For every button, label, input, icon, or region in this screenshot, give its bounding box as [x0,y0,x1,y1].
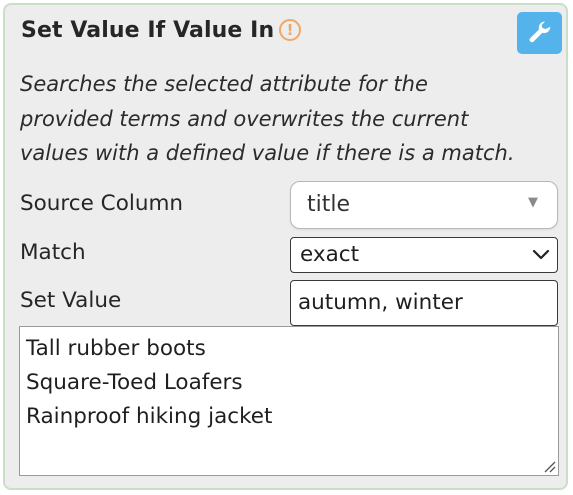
panel-title: Set Value If Value In [21,18,275,43]
warning-icon[interactable]: ! [279,19,301,41]
source-column-select[interactable]: title ▼ [290,181,558,229]
terms-textarea[interactable]: Tall rubber boots Square-Toed Loafers Ra… [19,326,559,476]
settings-button[interactable] [517,12,562,54]
term-line: Tall rubber boots [26,336,206,361]
match-label: Match [20,240,86,265]
set-value-input[interactable]: autumn, winter [290,280,558,326]
source-column-label: Source Column [20,191,184,216]
match-value: exact [300,242,359,267]
term-line: Rainproof hiking jacket [26,404,273,429]
description-line: values with a defined value if there is … [20,141,515,165]
set-value-text: autumn, winter [298,290,463,315]
term-line: Square-Toed Loafers [26,370,243,395]
set-value-if-value-in-panel: Set Value If Value In ! Searches the sel… [3,3,568,490]
chevron-down-icon [532,249,550,260]
description-line: provided terms and overwrites the curren… [20,106,469,131]
panel-description: Searches the selected attribute for the … [20,67,565,171]
resize-handle-icon[interactable] [542,459,556,473]
source-column-value: title [307,192,351,217]
description-line: Searches the selected attribute for the [20,72,428,96]
caret-down-icon: ▼ [528,195,538,210]
wrench-icon [529,21,550,43]
match-select[interactable]: exact [290,237,558,273]
set-value-label: Set Value [20,288,122,313]
